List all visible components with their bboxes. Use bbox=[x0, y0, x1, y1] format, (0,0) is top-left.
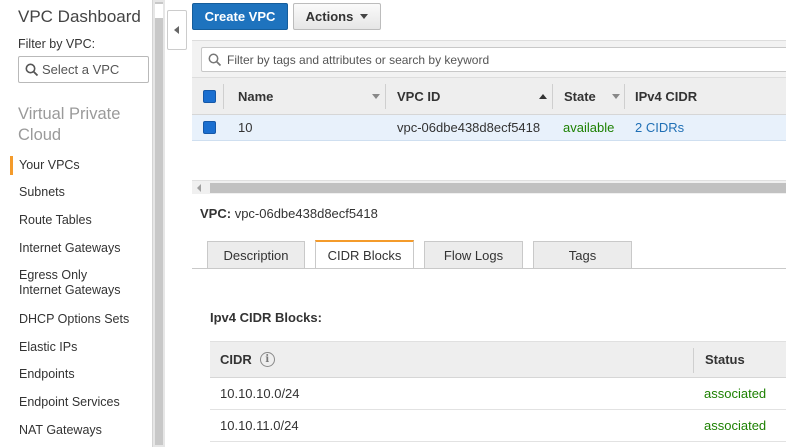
column-header-ipv4-cidr[interactable]: IPv4 CIDR bbox=[635, 78, 697, 114]
filter-search-box[interactable] bbox=[201, 47, 786, 72]
selected-vpc-key: VPC: bbox=[200, 206, 232, 221]
table-row[interactable]: 10 vpc-06dbe438d8ecf5418 available 2 CID… bbox=[192, 115, 786, 141]
sidebar-item-elastic-ips[interactable]: Elastic IPs bbox=[0, 340, 77, 355]
cidr-value-cell: 10.10.10.0/24 bbox=[220, 386, 300, 401]
search-icon bbox=[25, 63, 39, 76]
column-divider bbox=[385, 84, 386, 109]
column-header-vpc-id[interactable]: VPC ID bbox=[397, 78, 440, 114]
vpc-name-cell: 10 bbox=[238, 120, 253, 135]
sort-name-icon[interactable] bbox=[372, 78, 380, 114]
table-row: 10.10.11.0/24 associated bbox=[210, 410, 786, 442]
tab-flow-logs[interactable]: Flow Logs bbox=[424, 241, 523, 269]
tab-tags[interactable]: Tags bbox=[533, 241, 632, 269]
vpc-cidr-link[interactable]: 2 CIDRs bbox=[635, 115, 684, 140]
sidebar-item-egress-only-internet-gateways[interactable]: Egress Only Internet Gateways bbox=[0, 268, 130, 298]
chevron-down-icon bbox=[360, 14, 369, 19]
column-header-status: Status bbox=[705, 352, 745, 367]
select-all-checkbox-box bbox=[203, 89, 216, 103]
cidr-value-cell: 10.10.11.0/24 bbox=[220, 418, 299, 433]
select-all-checkbox[interactable] bbox=[203, 78, 216, 114]
sidebar-item-internet-gateways[interactable]: Internet Gateways bbox=[0, 241, 120, 256]
column-divider bbox=[223, 84, 224, 109]
sidebar-scrollbar-thumb[interactable] bbox=[155, 2, 163, 445]
sidebar-item-your-vpcs[interactable]: Your VPCs bbox=[0, 156, 80, 175]
sort-state-icon[interactable] bbox=[612, 78, 620, 114]
cidr-table-header: CIDR i Status bbox=[210, 341, 786, 378]
sidebar-item-nat-gateways[interactable]: NAT Gateways bbox=[0, 423, 102, 438]
chevron-left-icon bbox=[174, 26, 179, 34]
selected-vpc-value: vpc-06dbe438d8ecf5418 bbox=[234, 206, 378, 221]
sidebar-item-endpoint-services[interactable]: Endpoint Services bbox=[0, 395, 120, 410]
tab-cidr-blocks[interactable]: CIDR Blocks bbox=[315, 240, 414, 269]
collapse-sidebar-button[interactable] bbox=[167, 10, 187, 50]
sidebar: VPC Dashboard Filter by VPC: Select a VP… bbox=[0, 0, 152, 447]
sidebar-section-heading: Virtual Private Cloud bbox=[18, 105, 121, 144]
vpc-table-header: Name VPC ID State IPv4 CIDR bbox=[192, 78, 786, 115]
create-vpc-button[interactable]: Create VPC bbox=[192, 3, 288, 30]
info-icon[interactable]: i bbox=[259, 352, 275, 367]
filter-bar bbox=[192, 40, 786, 78]
table-row: 10.10.10.0/24 associated bbox=[210, 378, 786, 410]
actions-label: Actions bbox=[305, 9, 354, 24]
sidebar-title[interactable]: VPC Dashboard bbox=[18, 7, 141, 27]
column-divider bbox=[624, 84, 625, 109]
column-divider bbox=[552, 84, 553, 109]
sidebar-item-route-tables[interactable]: Route Tables bbox=[0, 213, 92, 228]
table-scrollbar-thumb[interactable] bbox=[210, 183, 786, 193]
cidr-status-cell: associated bbox=[704, 386, 767, 401]
vpc-filter-placeholder: Select a VPC bbox=[42, 62, 120, 77]
tabs-baseline bbox=[192, 268, 786, 269]
actions-dropdown-button[interactable]: Actions bbox=[293, 3, 381, 30]
selected-vpc-label: VPC: vpc-06dbe438d8ecf5418 bbox=[200, 206, 378, 221]
filter-by-vpc-label: Filter by VPC: bbox=[18, 37, 96, 51]
cidr-status-cell: associated bbox=[704, 418, 767, 433]
search-icon bbox=[208, 53, 222, 66]
ipv4-cidr-blocks-heading: Ipv4 CIDR Blocks: bbox=[210, 310, 322, 325]
column-header-name[interactable]: Name bbox=[238, 78, 273, 114]
column-header-cidr: CIDR i bbox=[220, 342, 275, 377]
column-divider bbox=[693, 348, 694, 373]
column-header-cidr-label: CIDR bbox=[220, 352, 252, 367]
scroll-left-arrow-icon[interactable] bbox=[197, 184, 201, 192]
column-header-state[interactable]: State bbox=[564, 78, 596, 114]
row-checkbox[interactable] bbox=[203, 115, 216, 140]
vpc-state-cell: available bbox=[563, 120, 615, 135]
sidebar-item-dhcp-options-sets[interactable]: DHCP Options Sets bbox=[0, 312, 129, 327]
sort-ascending-icon[interactable] bbox=[539, 78, 547, 114]
vpc-filter-select[interactable]: Select a VPC bbox=[18, 56, 149, 83]
sidebar-scrollbar-grip bbox=[155, 4, 163, 18]
vpc-id-cell: vpc-06dbe438d8ecf5418 bbox=[397, 120, 541, 135]
tab-description[interactable]: Description bbox=[207, 241, 305, 269]
filter-search-input[interactable] bbox=[227, 52, 727, 67]
sidebar-item-endpoints[interactable]: Endpoints bbox=[0, 367, 75, 382]
table-horizontal-scrollbar[interactable] bbox=[192, 180, 786, 194]
row-checkbox-box bbox=[203, 121, 216, 134]
sidebar-scrollbar[interactable] bbox=[152, 0, 165, 447]
sidebar-item-subnets[interactable]: Subnets bbox=[0, 185, 65, 200]
